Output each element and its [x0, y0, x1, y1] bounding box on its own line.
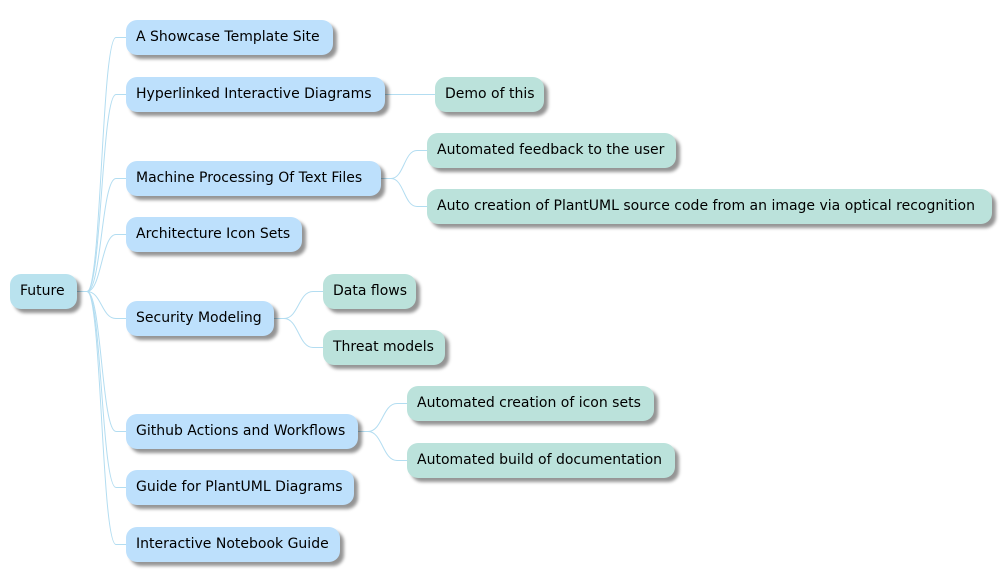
node-demo-of-this[interactable]: Demo of this [435, 77, 544, 112]
node-machine-processing-text-files[interactable]: Machine Processing Of Text Files [126, 161, 381, 196]
node-auto-creation-plantuml-ocr[interactable]: Auto creation of PlantUML source code fr… [427, 189, 992, 224]
node-automated-feedback[interactable]: Automated feedback to the user [427, 133, 676, 168]
node-automated-build-documentation[interactable]: Automated build of documentation [407, 443, 675, 478]
node-guide-plantuml-diagrams[interactable]: Guide for PlantUML Diagrams [126, 470, 354, 505]
node-architecture-icon-sets[interactable]: Architecture Icon Sets [126, 217, 302, 252]
node-data-flows[interactable]: Data flows [323, 274, 416, 309]
connector-root-to-node-2 [77, 178, 126, 292]
connector-root-to-node-6 [77, 291, 126, 488]
node-interactive-notebook-guide[interactable]: Interactive Notebook Guide [126, 527, 340, 562]
connector-root-to-node-4 [77, 291, 126, 319]
node-hyperlinked-interactive-diagrams[interactable]: Hyperlinked Interactive Diagrams [126, 77, 385, 112]
node-showcase-template-site[interactable]: A Showcase Template Site [126, 20, 333, 55]
node-threat-models[interactable]: Threat models [323, 330, 445, 365]
connector-root-to-node-7 [77, 291, 126, 545]
connector-root-to-node-1 [77, 94, 126, 292]
connector-node-2-to-0 [381, 150, 427, 179]
connector-root-to-node-5 [77, 291, 126, 432]
connector-node-4-to-1 [274, 318, 323, 348]
connector-node-2-to-1 [381, 178, 427, 207]
connector-node-5-to-1 [358, 431, 407, 461]
connector-node-4-to-0 [274, 291, 323, 319]
connector-root-to-node-0 [77, 37, 126, 292]
connector-node-5-to-0 [358, 403, 407, 432]
connector-root-to-node-3 [77, 234, 126, 292]
node-security-modeling[interactable]: Security Modeling [126, 301, 274, 336]
node-github-actions-workflows[interactable]: Github Actions and Workflows [126, 414, 358, 449]
node-automated-creation-icon-sets[interactable]: Automated creation of icon sets [407, 386, 654, 421]
root-node-future[interactable]: Future [10, 274, 77, 309]
